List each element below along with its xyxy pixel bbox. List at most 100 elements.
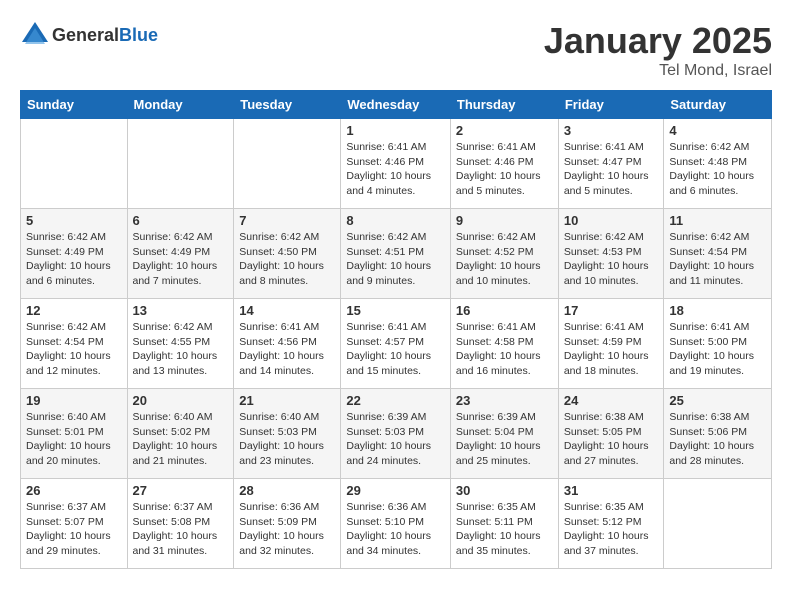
calendar-cell: 21 Sunrise: 6:40 AMSunset: 5:03 PMDayligh… — [234, 389, 341, 479]
day-number: 28 — [239, 483, 335, 498]
day-number: 12 — [26, 303, 122, 318]
day-number: 30 — [456, 483, 553, 498]
calendar-cell — [127, 119, 234, 209]
day-info: Sunrise: 6:41 AMSunset: 4:46 PMDaylight:… — [456, 140, 553, 199]
day-info: Sunrise: 6:42 AMSunset: 4:54 PMDaylight:… — [669, 230, 766, 289]
day-info: Sunrise: 6:42 AMSunset: 4:49 PMDaylight:… — [26, 230, 122, 289]
calendar-cell: 15 Sunrise: 6:41 AMSunset: 4:57 PMDayligh… — [341, 299, 451, 389]
weekday-header-tuesday: Tuesday — [234, 91, 341, 119]
day-number: 26 — [26, 483, 122, 498]
calendar-cell: 5 Sunrise: 6:42 AMSunset: 4:49 PMDaylight… — [21, 209, 128, 299]
day-number: 27 — [133, 483, 229, 498]
day-info: Sunrise: 6:41 AMSunset: 4:46 PMDaylight:… — [346, 140, 445, 199]
day-info: Sunrise: 6:42 AMSunset: 4:51 PMDaylight:… — [346, 230, 445, 289]
day-number: 19 — [26, 393, 122, 408]
logo-text-general: General — [52, 25, 119, 45]
calendar-cell: 17 Sunrise: 6:41 AMSunset: 4:59 PMDayligh… — [558, 299, 664, 389]
calendar-cell — [664, 479, 772, 569]
day-number: 11 — [669, 213, 766, 228]
day-number: 18 — [669, 303, 766, 318]
calendar-cell: 28 Sunrise: 6:36 AMSunset: 5:09 PMDayligh… — [234, 479, 341, 569]
day-number: 6 — [133, 213, 229, 228]
calendar-cell: 10 Sunrise: 6:42 AMSunset: 4:53 PMDayligh… — [558, 209, 664, 299]
day-number: 20 — [133, 393, 229, 408]
weekday-header-wednesday: Wednesday — [341, 91, 451, 119]
calendar-cell: 24 Sunrise: 6:38 AMSunset: 5:05 PMDayligh… — [558, 389, 664, 479]
day-info: Sunrise: 6:41 AMSunset: 4:47 PMDaylight:… — [564, 140, 659, 199]
calendar-cell: 29Sunrise: 6:36 AMSunset: 5:10 PMDayligh… — [341, 479, 451, 569]
month-title: January 2025 — [544, 20, 772, 62]
day-info: Sunrise: 6:42 AMSunset: 4:55 PMDaylight:… — [133, 320, 229, 379]
day-info: Sunrise: 6:42 AMSunset: 4:53 PMDaylight:… — [564, 230, 659, 289]
weekday-header-sunday: Sunday — [21, 91, 128, 119]
calendar-week-4: 19Sunrise: 6:40 AMSunset: 5:01 PMDayligh… — [21, 389, 772, 479]
day-number: 29 — [346, 483, 445, 498]
calendar-cell: 3 Sunrise: 6:41 AMSunset: 4:47 PMDaylight… — [558, 119, 664, 209]
calendar-cell: 31 Sunrise: 6:35 AMSunset: 5:12 PMDayligh… — [558, 479, 664, 569]
calendar-cell — [234, 119, 341, 209]
day-number: 8 — [346, 213, 445, 228]
day-number: 13 — [133, 303, 229, 318]
day-number: 7 — [239, 213, 335, 228]
calendar-week-1: 1 Sunrise: 6:41 AMSunset: 4:46 PMDaylight… — [21, 119, 772, 209]
calendar-cell: 18 Sunrise: 6:41 AMSunset: 5:00 PMDayligh… — [664, 299, 772, 389]
day-number: 16 — [456, 303, 553, 318]
day-number: 10 — [564, 213, 659, 228]
day-number: 1 — [346, 123, 445, 138]
day-number: 17 — [564, 303, 659, 318]
calendar-cell: 23Sunrise: 6:39 AMSunset: 5:04 PMDayligh… — [450, 389, 558, 479]
calendar-cell: 12Sunrise: 6:42 AMSunset: 4:54 PMDayligh… — [21, 299, 128, 389]
day-info: Sunrise: 6:42 AMSunset: 4:48 PMDaylight:… — [669, 140, 766, 199]
day-info: Sunrise: 6:42 AMSunset: 4:49 PMDaylight:… — [133, 230, 229, 289]
weekday-header-thursday: Thursday — [450, 91, 558, 119]
calendar-cell: 16 Sunrise: 6:41 AMSunset: 4:58 PMDayligh… — [450, 299, 558, 389]
day-info: Sunrise: 6:41 AMSunset: 4:56 PMDaylight:… — [239, 320, 335, 379]
calendar-cell: 26Sunrise: 6:37 AMSunset: 5:07 PMDayligh… — [21, 479, 128, 569]
day-number: 9 — [456, 213, 553, 228]
weekday-header-monday: Monday — [127, 91, 234, 119]
calendar-cell: 6 Sunrise: 6:42 AMSunset: 4:49 PMDaylight… — [127, 209, 234, 299]
calendar-table: SundayMondayTuesdayWednesdayThursdayFrid… — [20, 90, 772, 569]
calendar-cell: 9 Sunrise: 6:42 AMSunset: 4:52 PMDaylight… — [450, 209, 558, 299]
day-number: 31 — [564, 483, 659, 498]
day-info: Sunrise: 6:41 AMSunset: 5:00 PMDaylight:… — [669, 320, 766, 379]
logo-icon — [20, 20, 50, 50]
day-info: Sunrise: 6:40 AMSunset: 5:03 PMDaylight:… — [239, 410, 335, 469]
day-info: Sunrise: 6:38 AMSunset: 5:05 PMDaylight:… — [564, 410, 659, 469]
day-number: 3 — [564, 123, 659, 138]
day-number: 23 — [456, 393, 553, 408]
calendar-cell: 19Sunrise: 6:40 AMSunset: 5:01 PMDayligh… — [21, 389, 128, 479]
day-number: 22 — [346, 393, 445, 408]
day-info: Sunrise: 6:36 AMSunset: 5:09 PMDaylight:… — [239, 500, 335, 559]
day-number: 4 — [669, 123, 766, 138]
logo-text-blue: Blue — [119, 25, 158, 45]
calendar-cell: 20Sunrise: 6:40 AMSunset: 5:02 PMDayligh… — [127, 389, 234, 479]
day-number: 15 — [346, 303, 445, 318]
logo: GeneralBlue — [20, 20, 158, 50]
day-info: Sunrise: 6:41 AMSunset: 4:59 PMDaylight:… — [564, 320, 659, 379]
calendar-cell: 4 Sunrise: 6:42 AMSunset: 4:48 PMDaylight… — [664, 119, 772, 209]
calendar-cell: 22 Sunrise: 6:39 AMSunset: 5:03 PMDayligh… — [341, 389, 451, 479]
calendar-cell: 2Sunrise: 6:41 AMSunset: 4:46 PMDaylight… — [450, 119, 558, 209]
calendar-week-5: 26Sunrise: 6:37 AMSunset: 5:07 PMDayligh… — [21, 479, 772, 569]
calendar-cell: 8 Sunrise: 6:42 AMSunset: 4:51 PMDaylight… — [341, 209, 451, 299]
location-title: Tel Mond, Israel — [544, 62, 772, 80]
day-info: Sunrise: 6:37 AMSunset: 5:08 PMDaylight:… — [133, 500, 229, 559]
day-info: Sunrise: 6:35 AMSunset: 5:12 PMDaylight:… — [564, 500, 659, 559]
day-number: 24 — [564, 393, 659, 408]
day-info: Sunrise: 6:39 AMSunset: 5:03 PMDaylight:… — [346, 410, 445, 469]
day-info: Sunrise: 6:38 AMSunset: 5:06 PMDaylight:… — [669, 410, 766, 469]
day-info: Sunrise: 6:41 AMSunset: 4:58 PMDaylight:… — [456, 320, 553, 379]
weekday-header-friday: Friday — [558, 91, 664, 119]
page-header: GeneralBlue January 2025 Tel Mond, Israe… — [20, 20, 772, 80]
calendar-cell: 7Sunrise: 6:42 AMSunset: 4:50 PMDaylight… — [234, 209, 341, 299]
weekday-header-saturday: Saturday — [664, 91, 772, 119]
day-info: Sunrise: 6:41 AMSunset: 4:57 PMDaylight:… — [346, 320, 445, 379]
day-number: 14 — [239, 303, 335, 318]
calendar-cell — [21, 119, 128, 209]
day-info: Sunrise: 6:42 AMSunset: 4:52 PMDaylight:… — [456, 230, 553, 289]
calendar-cell: 25Sunrise: 6:38 AMSunset: 5:06 PMDayligh… — [664, 389, 772, 479]
calendar-week-3: 12Sunrise: 6:42 AMSunset: 4:54 PMDayligh… — [21, 299, 772, 389]
day-number: 5 — [26, 213, 122, 228]
day-number: 21 — [239, 393, 335, 408]
